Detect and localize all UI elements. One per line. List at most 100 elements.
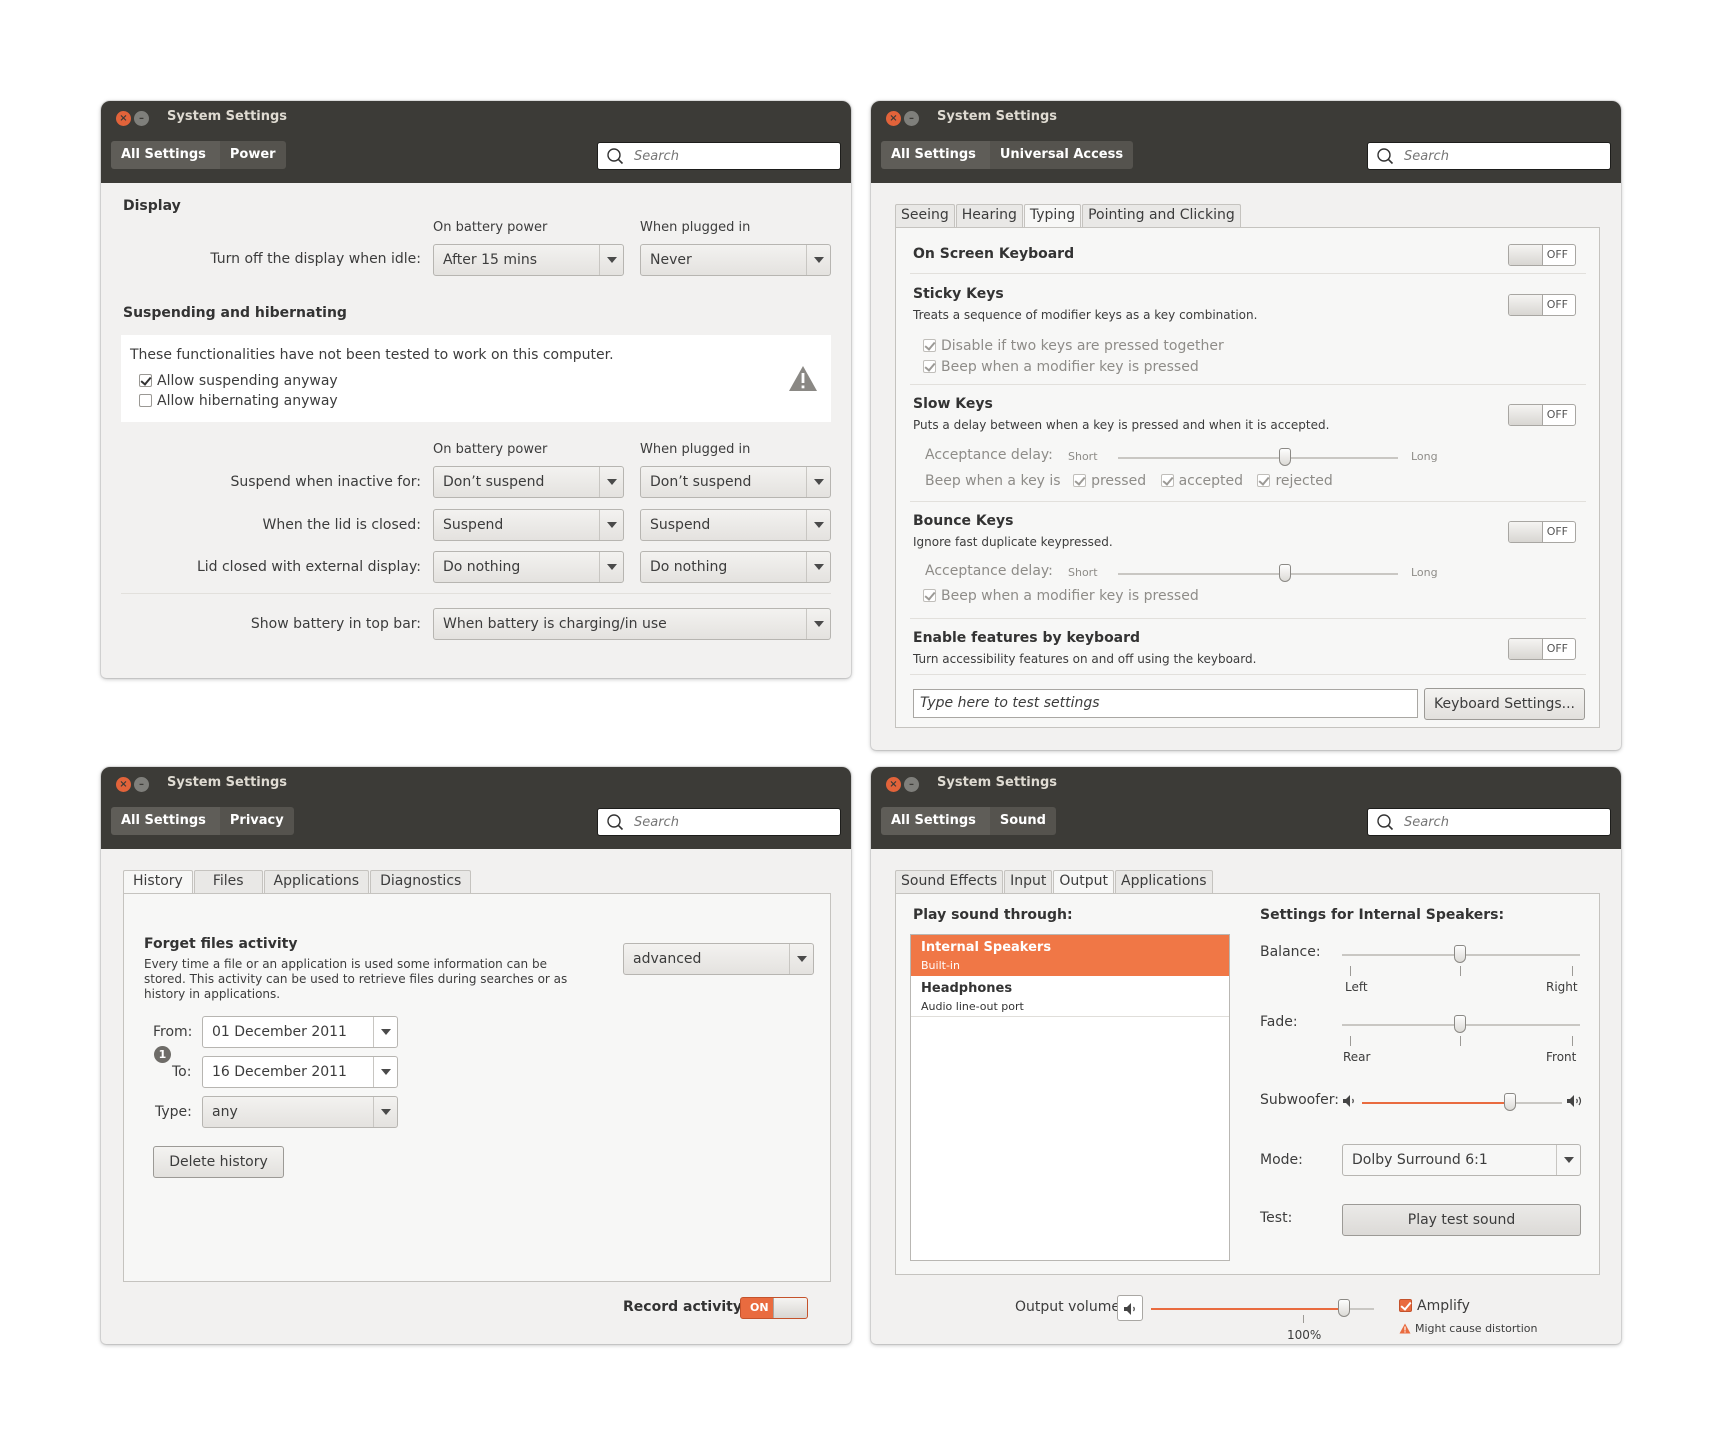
breadcrumb: All Settings Sound <box>881 807 1056 835</box>
tab-history[interactable]: History <box>123 870 193 893</box>
checkbox-label: Beep when a modifier key is pressed <box>941 359 1199 375</box>
turn-off-plugged-combo[interactable]: Never <box>640 244 831 276</box>
osk-toggle[interactable]: OFF <box>1508 244 1576 266</box>
bounce-delay-thumb[interactable] <box>1279 564 1291 582</box>
enable-toggle[interactable]: OFF <box>1508 638 1576 660</box>
accepted-checkbox[interactable] <box>1160 474 1174 487</box>
close-button[interactable]: × <box>886 777 901 792</box>
rejected-checkbox[interactable] <box>1257 474 1271 487</box>
fade-thumb[interactable] <box>1454 1015 1466 1033</box>
crumb-all-settings[interactable]: All Settings <box>881 807 990 835</box>
output-volume-thumb[interactable] <box>1338 1299 1350 1317</box>
type-combo[interactable]: any <box>202 1096 398 1128</box>
test-settings-input[interactable]: Type here to test settings <box>913 689 1418 718</box>
keyboard-settings-button[interactable]: Keyboard Settings... <box>1424 688 1585 720</box>
tab-applications[interactable]: Applications <box>1115 870 1213 893</box>
bounce-toggle[interactable]: OFF <box>1508 521 1576 543</box>
to-date-combo[interactable]: 16 December 2011 <box>202 1056 398 1088</box>
sticky-toggle[interactable]: OFF <box>1508 294 1576 316</box>
search-icon <box>1377 814 1394 831</box>
crumb-universal-access[interactable]: Universal Access <box>989 141 1134 169</box>
device-item-selected[interactable]: Internal Speakers Built-in <box>911 935 1229 976</box>
mode-combo[interactable]: Dolby Surround 6:1 <box>1342 1144 1581 1176</box>
balance-thumb[interactable] <box>1454 945 1466 963</box>
tab-files[interactable]: Files <box>193 870 263 893</box>
history-mode-combo[interactable]: advanced <box>623 943 814 975</box>
lid-battery-combo[interactable]: Suspend <box>433 509 624 541</box>
slow-delay-thumb[interactable] <box>1279 448 1291 466</box>
sticky-opt1-checkbox[interactable]: Disable if two keys are pressed together <box>923 338 1224 354</box>
ext-battery-combo[interactable]: Do nothing <box>433 551 624 583</box>
crumb-privacy[interactable]: Privacy <box>219 807 294 835</box>
output-volume-track[interactable] <box>1346 1308 1374 1310</box>
subwoofer-track[interactable] <box>1512 1102 1562 1104</box>
minimize-button[interactable]: – <box>904 777 919 792</box>
inactive-battery-combo[interactable]: Don’t suspend <box>433 466 624 498</box>
delete-history-button[interactable]: Delete history <box>153 1146 284 1178</box>
tab-typing[interactable]: Typing <box>1023 204 1082 227</box>
bounce-beep-checkbox[interactable]: Beep when a modifier key is pressed <box>923 588 1199 604</box>
close-button[interactable]: × <box>886 111 901 126</box>
close-button[interactable]: × <box>116 111 131 126</box>
minimize-button[interactable]: – <box>904 111 919 126</box>
slow-toggle[interactable]: OFF <box>1508 404 1576 426</box>
search-input[interactable] <box>632 146 832 166</box>
close-button[interactable]: × <box>116 777 131 792</box>
turn-off-battery-combo[interactable]: After 15 mins <box>433 244 624 276</box>
tab-diagnostics[interactable]: Diagnostics <box>370 870 472 893</box>
sticky-opt2-checkbox[interactable]: Beep when a modifier key is pressed <box>923 359 1199 375</box>
tab-hearing[interactable]: Hearing <box>955 204 1023 227</box>
tab-input[interactable]: Input <box>1004 870 1053 893</box>
toggle-text: OFF <box>1546 525 1568 538</box>
crumb-all-settings[interactable]: All Settings <box>111 807 220 835</box>
bounce-delay-track[interactable] <box>1118 573 1398 575</box>
device-item[interactable]: Headphones Audio line-out port <box>911 976 1229 1017</box>
tick <box>1460 1036 1461 1046</box>
crumb-power[interactable]: Power <box>219 141 286 169</box>
slow-delay-track[interactable] <box>1118 457 1398 459</box>
tab-pointing-clicking[interactable]: Pointing and Clicking <box>1082 204 1241 227</box>
combo-value: Suspend <box>650 517 711 533</box>
tab-output[interactable]: Output <box>1053 870 1115 893</box>
mute-button[interactable] <box>1117 1295 1143 1321</box>
minimize-button[interactable]: – <box>134 111 149 126</box>
tab-applications[interactable]: Applications <box>263 870 370 893</box>
play-test-sound-button[interactable]: Play test sound <box>1342 1204 1581 1236</box>
search-input[interactable] <box>1402 812 1602 832</box>
show-battery-combo[interactable]: When battery is charging/in use <box>433 608 831 640</box>
search-box[interactable] <box>597 808 841 836</box>
search-box[interactable] <box>1367 142 1611 170</box>
bounce-delay-label: Acceptance delay: <box>925 563 1053 579</box>
crumb-all-settings[interactable]: All Settings <box>881 141 990 169</box>
distortion-text: Might cause distortion <box>1415 1322 1538 1335</box>
crumb-all-settings[interactable]: All Settings <box>111 141 220 169</box>
allow-hibernate-checkbox[interactable]: Allow hibernating anyway <box>139 393 338 409</box>
to-label: To: <box>172 1064 192 1080</box>
inactive-plugged-combo[interactable]: Don’t suspend <box>640 466 831 498</box>
checkbox-checked[interactable] <box>1399 1299 1412 1312</box>
checkbox-unchecked[interactable] <box>139 394 152 407</box>
checkbox-checked[interactable] <box>139 374 152 387</box>
type-label: Type: <box>155 1104 192 1120</box>
subwoofer-thumb[interactable] <box>1504 1093 1516 1111</box>
from-date-combo[interactable]: 01 December 2011 <box>202 1016 398 1048</box>
allow-suspend-checkbox[interactable]: Allow suspending anyway <box>139 373 338 389</box>
crumb-sound[interactable]: Sound <box>989 807 1056 835</box>
checkbox-checked[interactable] <box>923 339 936 352</box>
checkbox-checked[interactable] <box>923 589 936 602</box>
search-input[interactable] <box>1402 146 1602 166</box>
search-input[interactable] <box>632 812 832 832</box>
record-activity-label: Record activity <box>623 1299 742 1315</box>
amplify-checkbox[interactable]: Amplify <box>1399 1298 1470 1314</box>
tab-sound-effects[interactable]: Sound Effects <box>895 870 1004 893</box>
ext-plugged-combo[interactable]: Do nothing <box>640 551 831 583</box>
search-box[interactable] <box>597 142 841 170</box>
pressed-checkbox[interactable] <box>1073 474 1087 487</box>
search-box[interactable] <box>1367 808 1611 836</box>
divider <box>910 501 1586 502</box>
tab-seeing[interactable]: Seeing <box>895 204 955 227</box>
lid-plugged-combo[interactable]: Suspend <box>640 509 831 541</box>
checkbox-checked[interactable] <box>923 360 936 373</box>
minimize-button[interactable]: – <box>134 777 149 792</box>
record-activity-toggle[interactable]: ON <box>740 1297 808 1319</box>
